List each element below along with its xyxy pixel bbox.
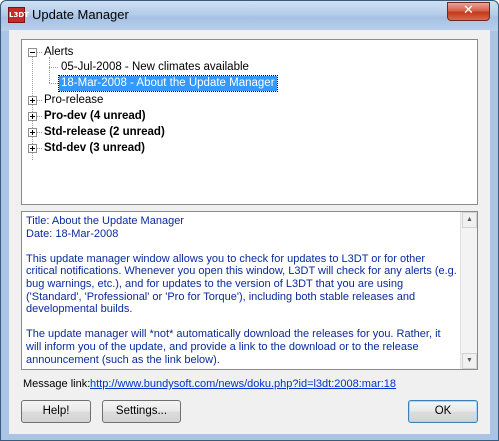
scroll-down-icon[interactable]: ▼ — [462, 353, 477, 369]
settings-button[interactable]: Settings... — [102, 400, 181, 423]
ok-button[interactable]: OK — [408, 400, 478, 423]
tree-branch-line — [37, 132, 42, 133]
update-tree[interactable]: Alerts 05-Jul-2008 - New climates availa… — [21, 39, 478, 205]
tree-node-pro-release[interactable]: Pro-release — [44, 93, 103, 108]
scroll-up-icon[interactable]: ▲ — [462, 212, 477, 228]
tree-node-pro-dev[interactable]: Pro-dev (4 unread) — [44, 109, 146, 124]
expand-std-release-icon[interactable] — [28, 128, 37, 137]
tree-branch-line — [49, 67, 58, 68]
message-link[interactable]: http://www.bundysoft.com/news/doku.php?i… — [90, 378, 396, 390]
close-button[interactable]: ✕ — [447, 2, 490, 21]
message-paragraph-1: This update manager window allows you to… — [26, 252, 457, 316]
tree-node-std-dev[interactable]: Std-dev (3 unread) — [44, 141, 145, 156]
window-title: Update Manager — [32, 7, 129, 22]
tree-branch-line — [37, 100, 42, 101]
message-panel[interactable]: Title: About the Update Manager Date: 18… — [21, 211, 478, 370]
tree-branch-line — [49, 83, 58, 84]
expand-std-dev-icon[interactable] — [28, 144, 37, 153]
collapse-alerts-icon[interactable] — [28, 48, 37, 57]
message-link-label: Message link: — [23, 378, 91, 390]
tree-branch-line — [37, 116, 42, 117]
expand-pro-release-icon[interactable] — [28, 96, 37, 105]
title-bar[interactable]: L3DT Update Manager ✕ — [1, 1, 498, 31]
tree-node-alerts[interactable]: Alerts — [44, 45, 73, 60]
help-button[interactable]: Help! — [21, 400, 91, 423]
message-scrollbar[interactable]: ▲ ▼ — [460, 212, 477, 369]
message-paragraph-2: The update manager will *not* automatica… — [26, 328, 441, 366]
tree-node-std-release[interactable]: Std-release (2 unread) — [44, 125, 165, 140]
message-text: Title: About the Update Manager Date: 18… — [26, 215, 458, 369]
tree-branch-line — [37, 52, 42, 53]
expand-pro-dev-icon[interactable] — [28, 112, 37, 121]
window-client-area: Alerts 05-Jul-2008 - New climates availa… — [9, 30, 490, 434]
message-date: Date: 18-Mar-2008 — [26, 227, 119, 240]
update-manager-window: L3DT Update Manager ✕ Alerts 05-Jul-2008… — [0, 0, 499, 441]
tree-branch-line — [37, 148, 42, 149]
tree-alerts-line — [49, 57, 50, 83]
message-title: Title: About the Update Manager — [26, 215, 184, 227]
tree-item-alert-2-selected[interactable]: 18-Mar-2008 - About the Update Manager — [58, 75, 278, 92]
app-icon: L3DT — [8, 7, 29, 23]
tree-item-alert-1[interactable]: 05-Jul-2008 - New climates available — [61, 60, 249, 75]
